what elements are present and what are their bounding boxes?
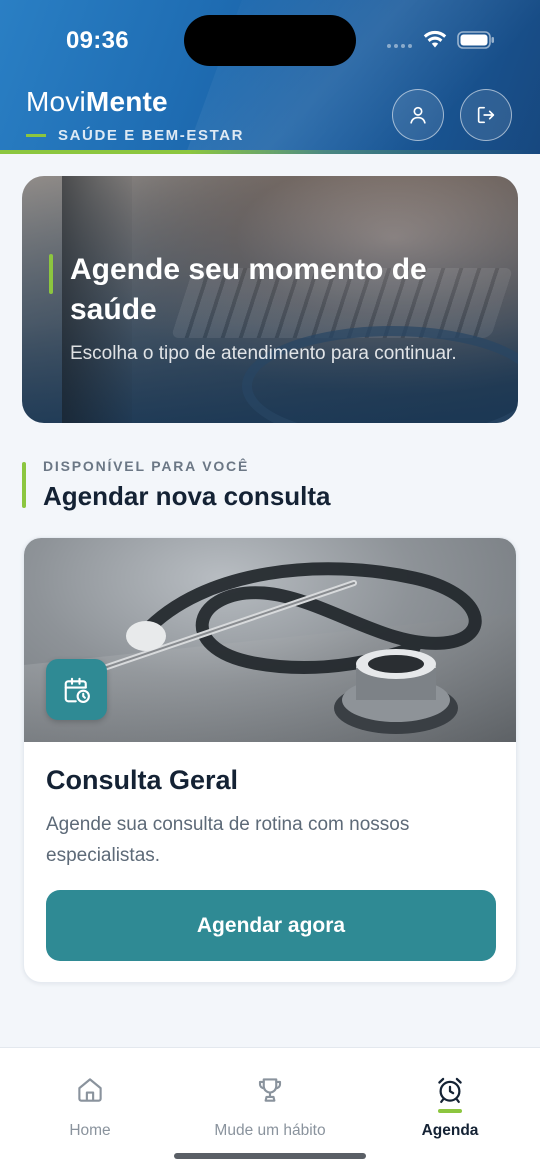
trophy-icon: [258, 1078, 282, 1102]
header-accent-line: [0, 150, 540, 154]
card-description: Agende sua consulta de rotina com nossos…: [46, 814, 410, 866]
signal-icon: [387, 44, 412, 48]
tagline-dash: [26, 134, 46, 137]
battery-icon: [457, 31, 494, 49]
user-icon: [410, 106, 426, 124]
hero-subtitle: Escolha o tipo de atendimento para conti…: [70, 343, 457, 364]
nav-item-home[interactable]: Home: [0, 1048, 180, 1158]
home-icon: [78, 1078, 102, 1102]
dynamic-island: [184, 15, 356, 66]
section-title: Agendar nova consulta: [43, 481, 331, 511]
section-accent-bar: [22, 462, 26, 508]
card-title: Consulta Geral: [46, 765, 239, 795]
hero-accent-bar: [49, 254, 53, 294]
profile-button[interactable]: [392, 89, 444, 141]
nav-item-agenda[interactable]: Agenda: [360, 1048, 540, 1158]
nav-label-home: Home: [69, 1122, 111, 1139]
brand-tagline: SAÚDE E BEM-ESTAR: [26, 127, 244, 144]
status-time: 09:36: [66, 27, 129, 54]
consulta-geral-card[interactable]: Consulta Geral Agende sua consulta de ro…: [23, 537, 517, 983]
logout-button[interactable]: [460, 89, 512, 141]
home-indicator[interactable]: [174, 1153, 366, 1159]
card-icon-tile: [46, 659, 107, 720]
app-header: 09:36 MoviMente SAÚDE E BEM-ESTAR: [0, 0, 540, 154]
schedule-now-button[interactable]: Agendar agora: [46, 890, 496, 961]
section-eyebrow: DISPONÍVEL PARA VOCÊ: [43, 458, 250, 474]
calendar-clock-icon: [64, 677, 90, 703]
logout-icon: [477, 106, 495, 124]
card-photo-stethoscope: [24, 538, 516, 742]
wifi-icon: [423, 30, 447, 48]
nav-active-indicator: [438, 1109, 462, 1113]
nav-label-mude-habito: Mude um hábito: [214, 1122, 326, 1139]
brand-light: Movi: [26, 86, 86, 117]
nav-item-mude-habito[interactable]: Mude um hábito: [180, 1048, 360, 1158]
hero-title: Agende seu momento de saúde: [70, 253, 427, 326]
alarm-clock-icon: [438, 1077, 462, 1103]
brand-bold: Mente: [85, 86, 168, 117]
nav-label-agenda: Agenda: [421, 1122, 479, 1139]
app-logo: MoviMente: [26, 86, 168, 118]
tagline-text: SAÚDE E BEM-ESTAR: [58, 127, 245, 144]
hero-banner: Agende seu momento de saúde Escolha o ti…: [22, 176, 518, 423]
